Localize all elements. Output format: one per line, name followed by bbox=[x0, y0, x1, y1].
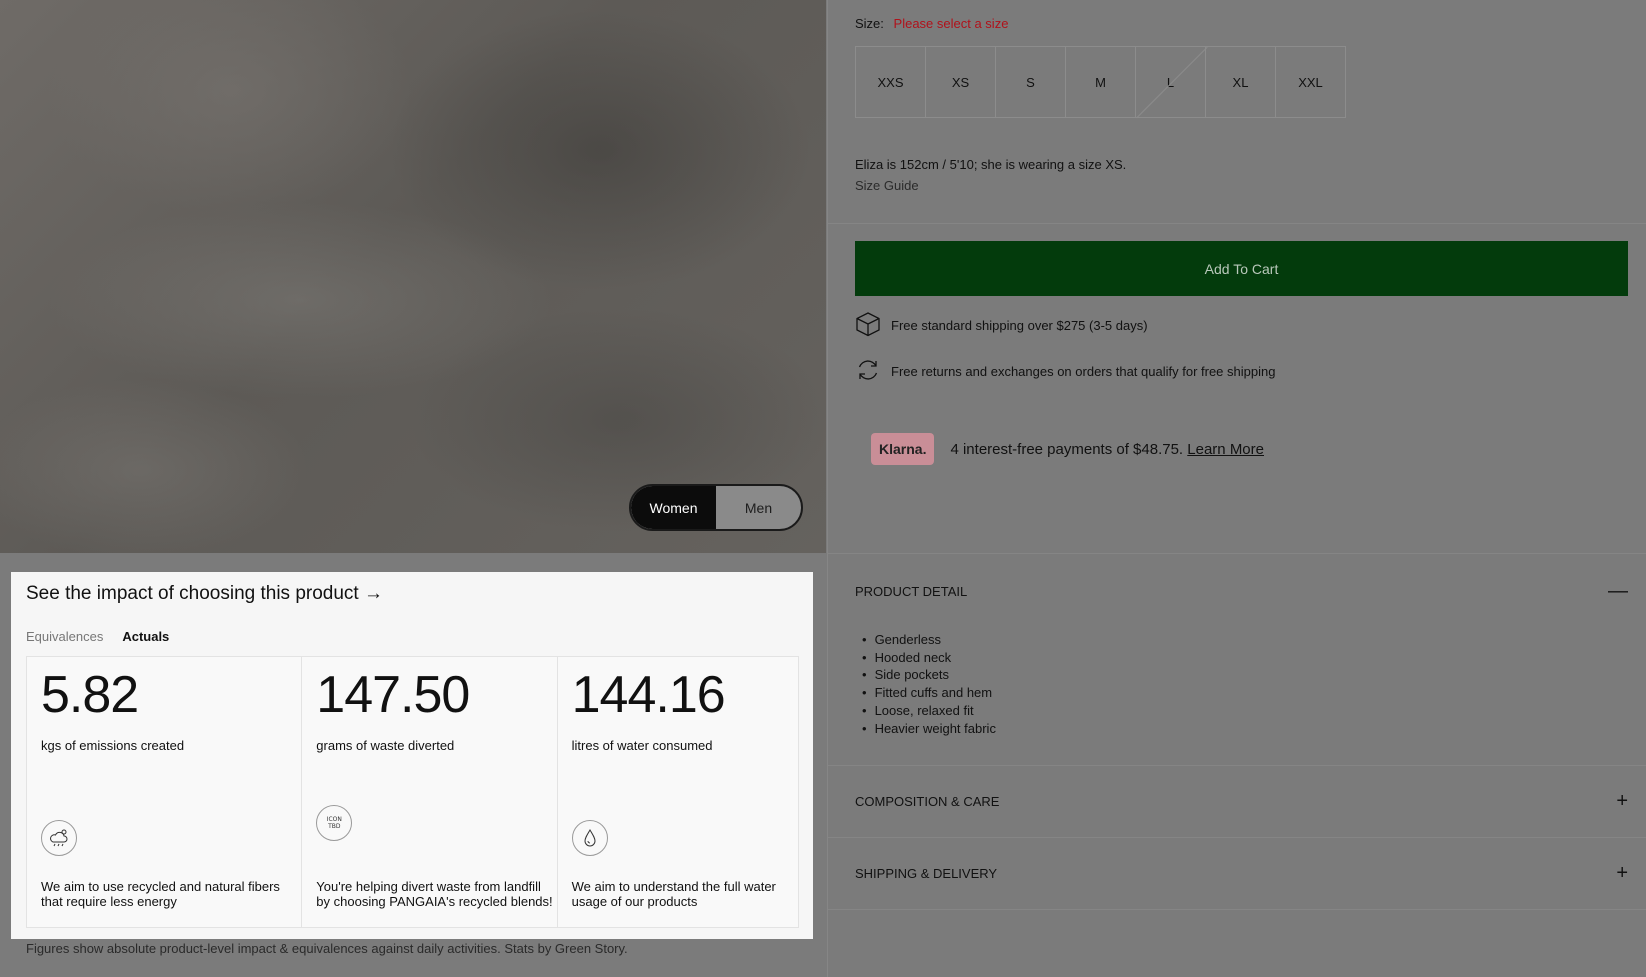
returns-perk: Free returns and exchanges on orders tha… bbox=[855, 357, 1275, 386]
klarna-learn-more-link[interactable]: Learn More bbox=[1187, 441, 1264, 458]
impact-footnote: Figures show absolute product-level impa… bbox=[26, 941, 628, 956]
perk-text: Free standard shipping over $275 (3-5 da… bbox=[891, 318, 1148, 333]
add-to-cart-button[interactable]: Add To Cart bbox=[855, 241, 1628, 296]
size-option-xl[interactable]: XL bbox=[1205, 46, 1276, 118]
size-option-xxs[interactable]: XXS bbox=[855, 46, 926, 118]
stat-water: 144.16 litres of water consumed We aim t… bbox=[558, 657, 798, 927]
list-item: Side pockets bbox=[862, 666, 996, 684]
stat-value: 144.16 bbox=[571, 666, 726, 724]
klarna-logo: Klarna. bbox=[871, 433, 935, 465]
divider bbox=[828, 909, 1646, 910]
stat-value: 147.50 bbox=[316, 666, 470, 724]
collapse-icon[interactable]: — bbox=[1608, 580, 1628, 603]
size-header: Size: Please select a size bbox=[855, 16, 1008, 31]
divider bbox=[828, 765, 1646, 766]
shipping-perk: Free standard shipping over $275 (3-5 da… bbox=[855, 311, 1148, 340]
impact-stats-grid: 5.82 kgs of emissions created We aim to … bbox=[26, 656, 799, 928]
size-label: Size: bbox=[855, 16, 884, 31]
list-item: Loose, relaxed fit bbox=[862, 702, 996, 720]
size-option-xs[interactable]: XS bbox=[925, 46, 996, 118]
list-item: Heavier weight fabric bbox=[862, 720, 996, 738]
divider bbox=[828, 223, 1646, 224]
stat-description: We aim to understand the full water usag… bbox=[571, 879, 776, 909]
stat-emissions: 5.82 kgs of emissions created We aim to … bbox=[27, 657, 303, 927]
expand-icon[interactable]: + bbox=[1616, 862, 1628, 885]
accordion-composition-care[interactable]: COMPOSITION & CARE + bbox=[855, 790, 1628, 813]
accordion-shipping-delivery[interactable]: SHIPPING & DELIVERY + bbox=[855, 862, 1628, 885]
divider bbox=[828, 553, 1646, 554]
water-drop-icon bbox=[571, 820, 608, 856]
list-item: Genderless bbox=[862, 631, 996, 649]
box-icon bbox=[855, 311, 881, 340]
accordion-title: SHIPPING & DELIVERY bbox=[855, 866, 998, 881]
stat-label: grams of waste diverted bbox=[316, 738, 455, 753]
impact-tabs: Equivalences Actuals bbox=[26, 629, 169, 644]
product-image: Women Men bbox=[0, 0, 826, 553]
tab-equivalences[interactable]: Equivalences bbox=[26, 629, 103, 644]
impact-title-link[interactable]: See the impact of choosing this product … bbox=[26, 583, 383, 605]
expand-icon[interactable]: + bbox=[1616, 790, 1628, 813]
perk-text: Free returns and exchanges on orders tha… bbox=[891, 364, 1276, 379]
klarna-promo: Klarna. 4 interest-free payments of $48.… bbox=[871, 433, 1264, 465]
size-option-s[interactable]: S bbox=[995, 46, 1066, 118]
stat-label: kgs of emissions created bbox=[41, 738, 185, 753]
list-item: Fitted cuffs and hem bbox=[862, 684, 996, 702]
accordion-product-detail[interactable]: PRODUCT DETAIL — bbox=[855, 580, 1628, 603]
accordion-title: COMPOSITION & CARE bbox=[855, 794, 1000, 809]
tab-actuals[interactable]: Actuals bbox=[122, 629, 169, 644]
stat-description: We aim to use recycled and natural fiber… bbox=[41, 879, 280, 909]
size-option-l[interactable]: L bbox=[1135, 46, 1206, 118]
product-panel: Size: Please select a size XXS XS S M L … bbox=[827, 0, 1646, 977]
model-info: Eliza is 152cm / 5'10; she is wearing a … bbox=[855, 157, 1127, 172]
product-detail-list: Genderless Hooded neck Side pockets Fitt… bbox=[862, 631, 996, 737]
gender-toggle: Women Men bbox=[629, 484, 803, 531]
size-options: XXS XS S M L XL XXL bbox=[855, 46, 1346, 118]
klarna-text: 4 interest-free payments of $48.75. Lear… bbox=[950, 440, 1264, 458]
impact-card: See the impact of choosing this product … bbox=[11, 572, 813, 939]
size-warning: Please select a size bbox=[893, 16, 1009, 31]
stat-label: litres of water consumed bbox=[571, 738, 713, 753]
divider bbox=[828, 837, 1646, 838]
cloud-sun-icon bbox=[41, 820, 77, 856]
stat-description: You're helping divert waste from landfil… bbox=[316, 879, 553, 909]
stat-value: 5.82 bbox=[41, 666, 139, 724]
size-option-xxl[interactable]: XXL bbox=[1275, 46, 1346, 118]
gender-men-button[interactable]: Men bbox=[716, 486, 801, 529]
accordion-title: PRODUCT DETAIL bbox=[855, 584, 968, 599]
icon-tbd-icon: ICON TBD bbox=[316, 805, 353, 841]
gender-women-button[interactable]: Women bbox=[631, 486, 716, 529]
refresh-icon bbox=[855, 357, 881, 386]
size-guide-link[interactable]: Size Guide bbox=[855, 178, 919, 193]
size-option-m[interactable]: M bbox=[1065, 46, 1136, 118]
stat-waste: 147.50 grams of waste diverted ICON TBD … bbox=[302, 657, 558, 927]
list-item: Hooded neck bbox=[862, 649, 996, 667]
